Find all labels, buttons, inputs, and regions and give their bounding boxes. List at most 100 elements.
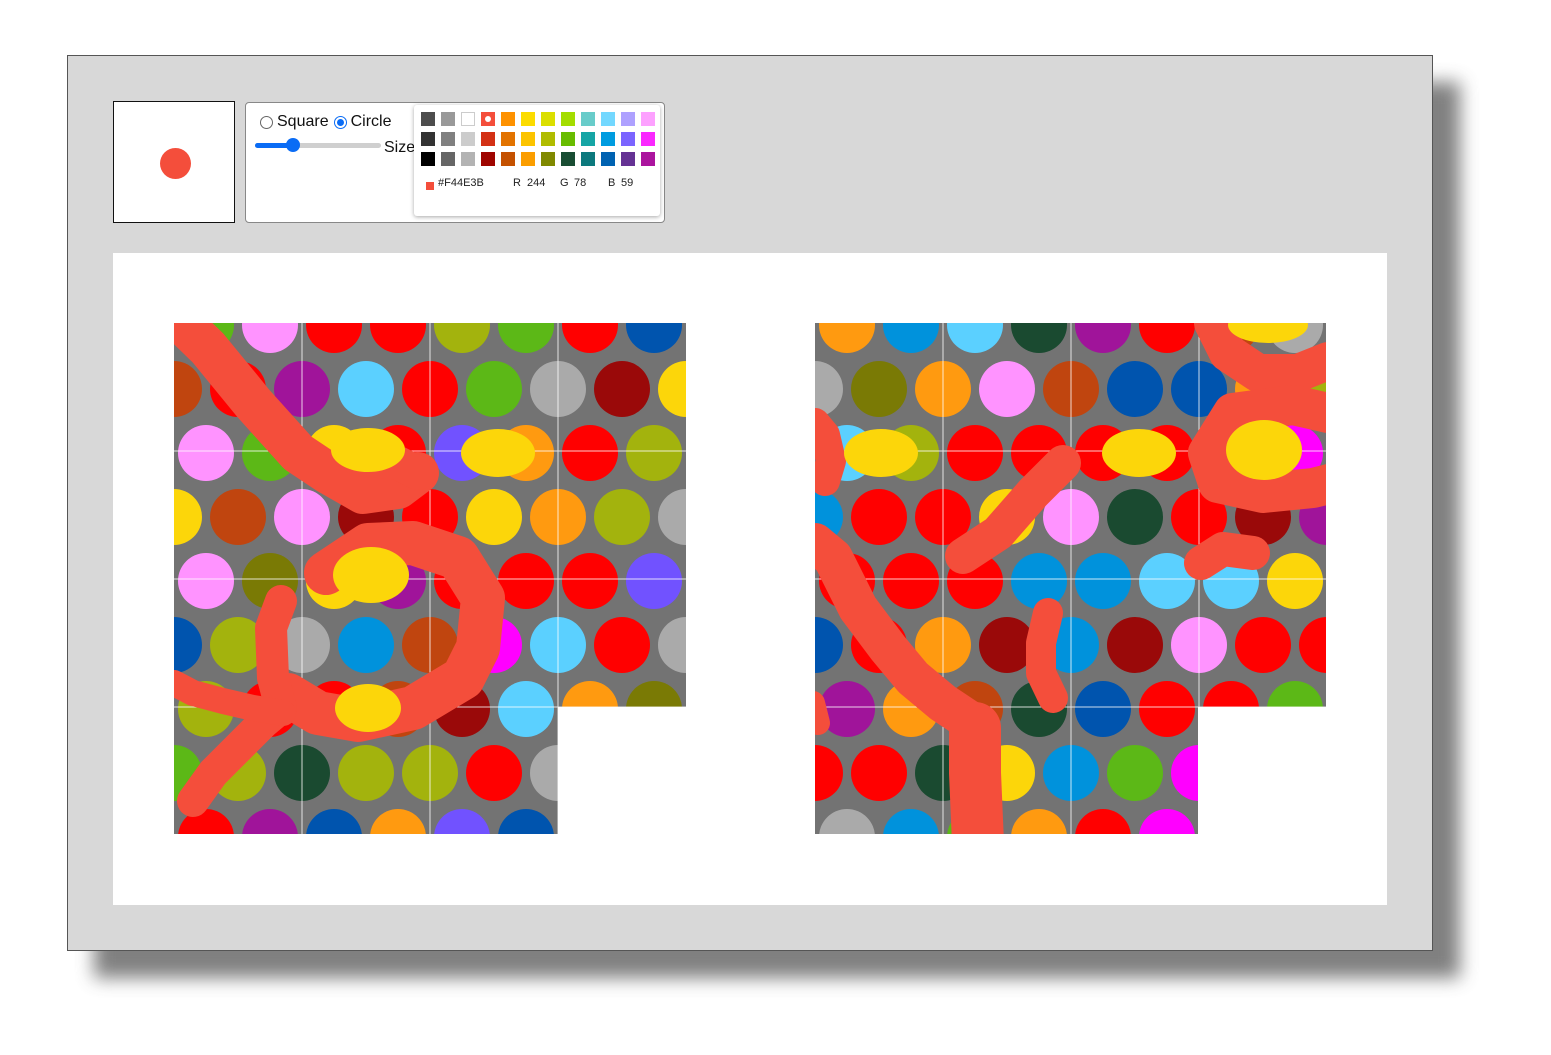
pattern-dot	[178, 553, 234, 609]
color-swatch[interactable]	[541, 152, 555, 166]
pattern-dot	[562, 681, 618, 737]
color-swatch[interactable]	[581, 152, 595, 166]
color-swatch[interactable]	[621, 112, 635, 126]
pattern-dot	[658, 617, 686, 673]
color-swatch[interactable]	[501, 112, 515, 126]
selected-swatch-marker	[485, 116, 491, 122]
color-swatch[interactable]	[601, 112, 615, 126]
pattern-dot	[594, 745, 650, 801]
pattern-dot	[466, 361, 522, 417]
pattern-dot	[1203, 809, 1259, 834]
pattern-dot	[815, 745, 843, 801]
color-swatch[interactable]	[561, 152, 575, 166]
square-radio[interactable]	[260, 115, 273, 129]
pattern-dot	[1331, 297, 1387, 353]
pattern-dot	[690, 681, 746, 737]
pattern-dot	[562, 425, 618, 481]
pattern-dot	[1107, 745, 1163, 801]
brush-stroke	[949, 702, 1004, 834]
color-swatch[interactable]	[601, 152, 615, 166]
color-swatch[interactable]	[441, 132, 455, 146]
yellow-blob	[1226, 420, 1302, 480]
color-swatch[interactable]	[461, 112, 475, 126]
color-swatch[interactable]	[581, 112, 595, 126]
color-swatch[interactable]	[481, 132, 495, 146]
color-swatch[interactable]	[601, 132, 615, 146]
pattern-dot	[178, 809, 234, 834]
size-slider[interactable]	[255, 138, 381, 152]
color-swatch[interactable]	[621, 152, 635, 166]
app-window: Square Circle Size #F44E3B R 244 G 78 B …	[67, 55, 1433, 951]
pattern-dot	[338, 617, 394, 673]
pattern-dot	[1299, 617, 1326, 673]
drawing-canvas[interactable]	[113, 253, 1387, 905]
pattern-dot	[1139, 809, 1195, 834]
color-swatch[interactable]	[480, 111, 496, 127]
pattern-dot	[1075, 553, 1131, 609]
pattern-dot	[562, 323, 618, 353]
pattern-dot	[338, 361, 394, 417]
pattern-dot	[819, 323, 875, 353]
pattern-dot	[242, 809, 298, 834]
pattern-dot	[1171, 745, 1227, 801]
pattern-dot	[434, 323, 490, 353]
color-swatch[interactable]	[441, 112, 455, 126]
pattern-dot	[370, 323, 426, 353]
pattern-dot	[498, 681, 554, 737]
r-value[interactable]: 244	[527, 177, 545, 189]
drawing-surface[interactable]	[113, 253, 1387, 905]
right-tile-pattern	[815, 297, 1387, 834]
color-swatch[interactable]	[541, 132, 555, 146]
color-swatch[interactable]	[641, 112, 655, 126]
yellow-blob	[1228, 323, 1308, 343]
size-slider-thumb[interactable]	[285, 138, 300, 152]
pattern-dot	[626, 425, 682, 481]
circle-radio[interactable]	[333, 115, 347, 129]
color-swatch[interactable]	[581, 132, 595, 146]
pattern-dot	[690, 809, 746, 865]
color-swatch[interactable]	[641, 132, 655, 146]
color-swatch[interactable]	[541, 112, 555, 126]
color-swatch[interactable]	[421, 152, 435, 166]
pattern-dot	[498, 553, 554, 609]
yellow-blob	[461, 429, 535, 477]
pattern-dot	[1331, 681, 1387, 737]
color-swatch[interactable]	[501, 132, 515, 146]
brush-preview-dot	[160, 148, 191, 179]
color-swatch[interactable]	[561, 132, 575, 146]
color-swatch[interactable]	[621, 132, 635, 146]
brush-stroke	[1184, 532, 1270, 580]
square-radio-label[interactable]: Square	[277, 113, 329, 131]
color-swatch[interactable]	[641, 152, 655, 166]
color-swatch[interactable]	[521, 132, 535, 146]
pattern-dot	[594, 489, 650, 545]
pattern-dot	[815, 617, 843, 673]
b-value[interactable]: 59	[621, 177, 633, 189]
color-swatch[interactable]	[521, 152, 535, 166]
pattern-dot	[1299, 745, 1326, 801]
pattern-dot	[626, 809, 682, 834]
g-value[interactable]: 78	[574, 177, 586, 189]
pattern-dot	[690, 297, 746, 353]
color-swatch[interactable]	[421, 132, 435, 146]
hex-value[interactable]: #F44E3B	[438, 177, 484, 189]
color-swatch[interactable]	[441, 152, 455, 166]
color-swatch[interactable]	[481, 152, 495, 166]
color-swatch[interactable]	[461, 152, 475, 166]
circle-radio-label[interactable]: Circle	[351, 113, 392, 131]
pattern-dot	[1267, 681, 1323, 737]
pattern-dot	[690, 425, 746, 481]
color-swatch[interactable]	[461, 132, 475, 146]
color-swatch[interactable]	[561, 112, 575, 126]
pattern-dot	[658, 489, 686, 545]
color-palette: #F44E3B R 244 G 78 B 59	[414, 105, 660, 216]
color-swatch[interactable]	[501, 152, 515, 166]
pattern-dot	[1203, 681, 1259, 737]
color-swatch[interactable]	[421, 112, 435, 126]
pattern-dot	[658, 361, 686, 417]
color-swatch[interactable]	[521, 112, 535, 126]
r-label: R	[513, 177, 521, 189]
size-label: Size	[384, 139, 416, 156]
pattern-dot	[1107, 489, 1163, 545]
pattern-dot	[498, 323, 554, 353]
